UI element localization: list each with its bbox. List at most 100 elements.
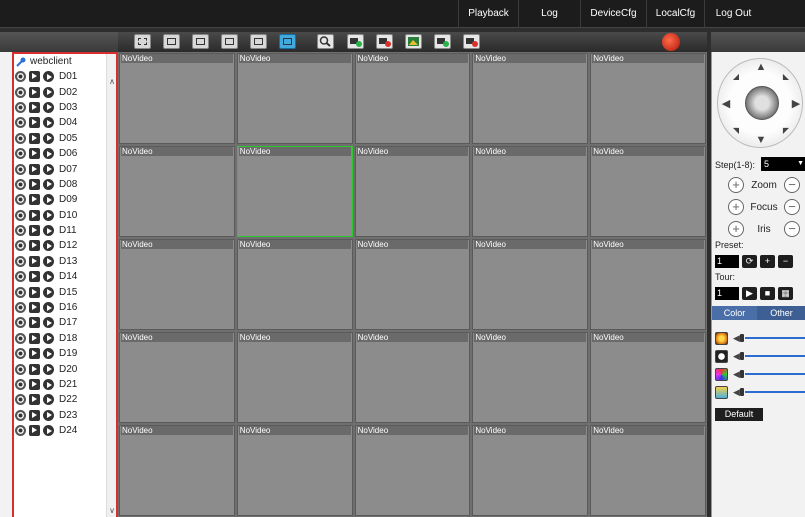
channel-play-sub-icon[interactable] <box>43 317 54 329</box>
focus-in-button[interactable]: + <box>728 199 744 215</box>
channel-play-main-icon[interactable] <box>29 348 40 360</box>
ptz-down-icon[interactable]: ▼ <box>755 134 767 146</box>
brightness-slider-knob[interactable] <box>740 334 744 342</box>
video-cell[interactable]: NoVideo <box>236 332 353 423</box>
open-all-button[interactable] <box>347 34 364 49</box>
layout-1-button[interactable] <box>163 34 180 49</box>
channel-status-icon[interactable] <box>15 332 26 344</box>
decrease-icon[interactable]: ◀ <box>733 369 740 380</box>
video-cell[interactable]: NoVideo <box>354 425 471 516</box>
video-cell[interactable]: NoVideo <box>236 53 353 144</box>
ptz-up-left-icon[interactable]: ◢ <box>730 71 742 83</box>
channel-scrollbar[interactable]: ∧ ∨ <box>106 54 116 517</box>
channel-row[interactable]: D15 <box>14 284 116 299</box>
channel-play-main-icon[interactable] <box>29 394 40 406</box>
record-all-button[interactable] <box>434 34 451 49</box>
channel-play-sub-icon[interactable] <box>43 86 54 98</box>
channel-status-icon[interactable] <box>15 117 26 129</box>
layout-9-button[interactable] <box>221 34 238 49</box>
preset-add-button[interactable]: + <box>760 255 775 268</box>
video-cell[interactable]: NoVideo <box>590 332 706 423</box>
channel-row[interactable]: D14 <box>14 269 116 284</box>
saturation-slider-knob[interactable] <box>740 370 744 378</box>
channel-play-sub-icon[interactable] <box>43 194 54 206</box>
video-cell[interactable]: NoVideo <box>119 239 235 330</box>
tour-start-button[interactable]: ▶ <box>742 287 757 300</box>
channel-play-main-icon[interactable] <box>29 302 40 314</box>
channel-play-sub-icon[interactable] <box>43 425 54 437</box>
channel-row[interactable]: D06 <box>14 146 116 161</box>
hue-slider[interactable] <box>745 391 805 393</box>
preset-remove-button[interactable]: − <box>778 255 793 268</box>
channel-play-main-icon[interactable] <box>29 86 40 98</box>
default-button[interactable]: Default <box>715 408 763 421</box>
stop-record-button[interactable] <box>463 34 480 49</box>
step-select[interactable]: 5 ▼ <box>761 157 805 171</box>
channel-play-sub-icon[interactable] <box>43 240 54 252</box>
video-cell[interactable]: NoVideo <box>236 425 353 516</box>
channel-play-sub-icon[interactable] <box>43 332 54 344</box>
channel-play-main-icon[interactable] <box>29 209 40 221</box>
ptz-center-button[interactable] <box>745 86 779 120</box>
preset-goto-button[interactable]: ⟳ <box>742 255 757 268</box>
channel-row[interactable]: D22 <box>14 392 116 407</box>
layout-4-button[interactable] <box>192 34 209 49</box>
channel-status-icon[interactable] <box>15 225 26 237</box>
channel-play-sub-icon[interactable] <box>43 117 54 129</box>
channel-play-sub-icon[interactable] <box>43 163 54 175</box>
channel-play-main-icon[interactable] <box>29 194 40 206</box>
video-cell[interactable]: NoVideo <box>590 425 706 516</box>
channel-row[interactable]: D03 <box>14 100 116 115</box>
fullscreen-button[interactable] <box>134 34 151 49</box>
channel-row[interactable]: D12 <box>14 238 116 253</box>
channel-status-icon[interactable] <box>15 379 26 390</box>
ptz-up-right-icon[interactable]: ◣ <box>780 71 792 83</box>
layout-16-button[interactable] <box>250 34 267 49</box>
scroll-down-icon[interactable]: ∨ <box>107 505 116 517</box>
video-cell[interactable]: NoVideo <box>119 425 235 516</box>
video-cell[interactable]: NoVideo <box>354 53 471 144</box>
channel-status-icon[interactable] <box>15 363 26 375</box>
ptz-right-icon[interactable]: ▶ <box>790 98 802 110</box>
iris-open-button[interactable]: + <box>728 221 744 237</box>
focus-out-button[interactable]: − <box>784 199 800 215</box>
channel-row[interactable]: D19 <box>14 346 116 361</box>
channel-status-icon[interactable] <box>15 286 26 298</box>
layout-25-button[interactable] <box>279 34 296 49</box>
channel-row[interactable]: D01 <box>14 69 116 84</box>
video-cell[interactable]: NoVideo <box>472 332 589 423</box>
tab-other[interactable]: Other <box>757 306 805 320</box>
channel-row[interactable]: D08 <box>14 177 116 192</box>
video-cell[interactable]: NoVideo <box>472 53 589 144</box>
channel-row[interactable]: D04 <box>14 115 116 130</box>
channel-play-sub-icon[interactable] <box>43 225 54 237</box>
channel-play-main-icon[interactable] <box>29 332 40 344</box>
channel-play-sub-icon[interactable] <box>43 379 54 390</box>
tour-stop-button[interactable]: ■ <box>760 287 775 300</box>
channel-play-sub-icon[interactable] <box>43 132 54 144</box>
nav-playback[interactable]: Playback <box>458 0 518 28</box>
video-cell[interactable]: NoVideo <box>590 146 706 237</box>
close-all-button[interactable] <box>376 34 393 49</box>
channel-row[interactable]: D13 <box>14 254 116 269</box>
channel-play-sub-icon[interactable] <box>43 255 54 267</box>
video-cell[interactable]: NoVideo <box>472 239 589 330</box>
video-cell[interactable]: NoVideo <box>354 146 471 237</box>
channel-status-icon[interactable] <box>15 71 26 83</box>
channel-play-main-icon[interactable] <box>29 225 40 237</box>
nav-devicecfg[interactable]: DeviceCfg <box>580 0 646 28</box>
channel-status-icon[interactable] <box>15 209 26 221</box>
video-cell[interactable]: NoVideo <box>119 53 235 144</box>
channel-row[interactable]: D11 <box>14 223 116 238</box>
channel-row[interactable]: D10 <box>14 208 116 223</box>
channel-play-main-icon[interactable] <box>29 255 40 267</box>
channel-status-icon[interactable] <box>15 240 26 252</box>
channel-status-icon[interactable] <box>15 302 26 314</box>
channel-play-sub-icon[interactable] <box>43 363 54 375</box>
channel-play-main-icon[interactable] <box>29 148 40 160</box>
video-cell[interactable]: NoVideo <box>590 53 706 144</box>
contrast-slider[interactable] <box>745 355 805 357</box>
ptz-up-icon[interactable]: ▲ <box>755 61 767 73</box>
video-cell[interactable]: NoVideo <box>354 332 471 423</box>
channel-row[interactable]: D05 <box>14 131 116 146</box>
